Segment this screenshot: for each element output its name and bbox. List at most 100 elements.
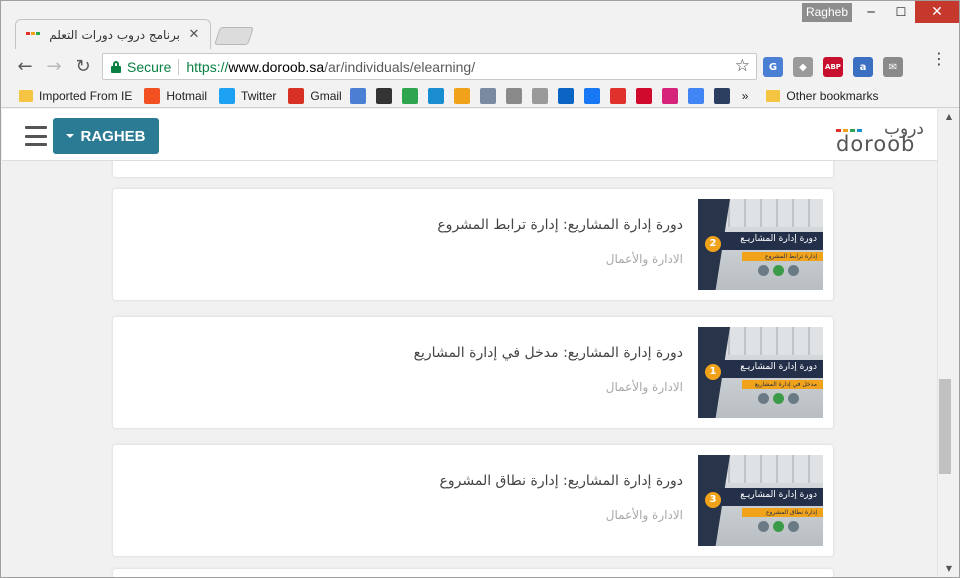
twitter-icon — [219, 87, 236, 104]
red-circle-icon — [609, 87, 626, 104]
mail-icon[interactable]: ✉ — [883, 57, 903, 77]
course-thumbnail[interactable]: دورة إدارة المشاريـع إدارة ترابط المشروع 2 — [698, 199, 823, 290]
user-menu-button[interactable]: RAGHEB — [53, 118, 159, 154]
doroob-logo[interactable]: دروب doroob — [834, 119, 924, 156]
bookmark-wikipedia[interactable] — [375, 87, 394, 104]
browser-window: برنامج دروب دورات التعلم الإلكتروني ✕ Ra… — [0, 0, 960, 578]
course-thumbnail[interactable]: دورة إدارة المشاريـع إدارة نطاق المشروع 3 — [698, 455, 823, 546]
new-tab-button[interactable] — [214, 27, 254, 45]
tab-title: برنامج دروب دورات التعلم الإلكتروني — [48, 27, 180, 42]
thumbnail-icons — [758, 393, 799, 404]
translate-icon[interactable]: G — [763, 57, 783, 77]
profile-badge[interactable]: Ragheb — [802, 3, 852, 22]
course-category: الادارة والأعمال — [605, 380, 683, 394]
page-scrollbar[interactable]: ▲ ▼ — [937, 109, 959, 577]
gmail-icon — [288, 87, 305, 104]
extension-icons: G ◆ ABP a ✉ — [763, 57, 903, 77]
close-window-button[interactable]: ✕ — [915, 1, 959, 23]
bookmarks-overflow-icon[interactable]: » — [742, 89, 749, 103]
bookmark-m[interactable] — [713, 87, 732, 104]
adblock-icon[interactable]: ABP — [823, 57, 843, 77]
course-number-badge: 3 — [705, 492, 721, 508]
course-number-badge: 1 — [705, 364, 721, 380]
bookmarks-bar: Imported From IE Hotmail Twitter Gmail » Othe… — [1, 84, 959, 108]
calendar-icon — [505, 87, 522, 104]
bookmark-calendar[interactable] — [505, 87, 524, 104]
linkedin-icon — [557, 87, 574, 104]
huawei-icon — [635, 87, 652, 104]
thumbnail-subtitle-band: إدارة نطاق المشروع — [742, 508, 823, 517]
scroll-thumb[interactable] — [939, 379, 951, 474]
bookmark-imported-from-ie[interactable]: Imported From IE — [19, 89, 132, 103]
course-card[interactable]: دورة إدارة المشاريـع إدارة ترابط المشروع 2… — [113, 189, 833, 300]
course-thumbnail[interactable]: دورة إدارة المشاريـع مدخل في إدارة المشار… — [698, 327, 823, 418]
chrome-menu-icon[interactable]: ⋮ — [931, 51, 947, 67]
bookmark-label: Twitter — [241, 88, 277, 103]
bookmark-db[interactable] — [479, 87, 498, 104]
bookmark-hotmail[interactable]: Hotmail — [144, 87, 208, 104]
address-bar[interactable]: Secure https://www.doroob.sa/ar/individu… — [102, 53, 757, 80]
bookmark-arrows[interactable] — [427, 87, 446, 104]
back-button[interactable]: ← — [13, 55, 37, 79]
thumbnail-subtitle: إدارة ترابط المشروع — [765, 253, 817, 260]
active-tab[interactable]: برنامج دروب دورات التعلم الإلكتروني ✕ — [15, 19, 211, 49]
bookmark-translate[interactable] — [349, 87, 368, 104]
course-title[interactable]: دورة إدارة المشاريع: إدارة ترابط المشروع — [437, 217, 683, 233]
windows-icon — [144, 87, 161, 104]
bookmark-green-one[interactable] — [401, 87, 420, 104]
thumbnail-title: دورة إدارة المشاريـع — [740, 234, 817, 244]
course-card-partial[interactable] — [113, 569, 833, 577]
thumbnail-subtitle: إدارة نطاق المشروع — [765, 509, 817, 516]
bookmark-linkedin[interactable] — [557, 87, 576, 104]
course-card[interactable]: دورة إدارة المشاريـع مدخل في إدارة المشار… — [113, 317, 833, 428]
bookmark-info[interactable] — [453, 87, 472, 104]
download-icon[interactable]: a — [853, 57, 873, 77]
bookmark-star-icon[interactable]: ☆ — [735, 56, 750, 76]
tab-close-icon[interactable]: ✕ — [188, 27, 200, 42]
wikipedia-icon — [375, 87, 392, 104]
google-icon — [687, 87, 704, 104]
lock-icon — [111, 60, 121, 73]
course-category: الادارة والأعمال — [605, 508, 683, 522]
omnibox-separator — [178, 58, 180, 75]
reload-button[interactable]: ↻ — [71, 55, 95, 79]
thumbnail-icons — [758, 521, 799, 532]
forward-button[interactable]: → — [42, 55, 66, 79]
browser-toolbar: ← → ↻ Secure https://www.doroob.sa/ar/in… — [1, 49, 959, 84]
url-host: www.doroob.sa — [228, 58, 325, 75]
bookmark-facebook[interactable] — [583, 87, 602, 104]
arrows-icon — [427, 87, 444, 104]
course-card[interactable]: دورة إدارة المشاريـع إدارة نطاق المشروع 3 د… — [113, 445, 833, 556]
thumbnail-subtitle: مدخل في إدارة المشاريع — [754, 381, 817, 388]
user-name: RAGHEB — [80, 127, 146, 145]
bookmark-red-circle[interactable] — [609, 87, 628, 104]
bookmark-label: Hotmail — [166, 88, 208, 103]
page-content: دورة إدارة المشاريـع إدارة ترابط المشروع 2… — [2, 109, 937, 577]
page-icon — [531, 87, 548, 104]
other-bookmarks[interactable]: Other bookmarks — [766, 89, 878, 103]
circle-one-icon — [401, 87, 418, 104]
folder-icon — [19, 89, 33, 102]
caret-down-icon — [66, 134, 75, 138]
course-title[interactable]: دورة إدارة المشاريع: إدارة نطاق المشروع — [440, 473, 683, 489]
course-title[interactable]: دورة إدارة المشاريع: مدخل في إدارة المشا… — [414, 345, 683, 361]
facebook-icon — [583, 87, 600, 104]
bookmark-google[interactable] — [687, 87, 706, 104]
title-bar: برنامج دروب دورات التعلم الإلكتروني ✕ Ra… — [1, 1, 959, 49]
minimize-button[interactable]: ─ — [856, 1, 886, 23]
bookmark-twitter[interactable]: Twitter — [219, 87, 277, 104]
bookmark-huawei[interactable] — [635, 87, 654, 104]
thumbnail-title: دورة إدارة المشاريـع — [740, 490, 817, 500]
bookmark-label: Gmail — [310, 88, 342, 103]
scroll-down-icon[interactable]: ▼ — [938, 564, 960, 574]
thumbnail-banner: دورة إدارة المشاريـع — [720, 360, 823, 378]
maximize-button[interactable]: ☐ — [886, 1, 916, 23]
bookmark-gmail[interactable]: Gmail — [288, 87, 342, 104]
bookmark-page[interactable] — [531, 87, 550, 104]
bookmark-idx[interactable] — [661, 87, 680, 104]
scroll-up-icon[interactable]: ▲ — [938, 112, 960, 122]
course-number-badge: 2 — [705, 236, 721, 252]
clip-icon[interactable]: ◆ — [793, 57, 813, 77]
logo-english: doroob — [836, 132, 916, 156]
hamburger-menu-icon[interactable] — [25, 126, 47, 146]
